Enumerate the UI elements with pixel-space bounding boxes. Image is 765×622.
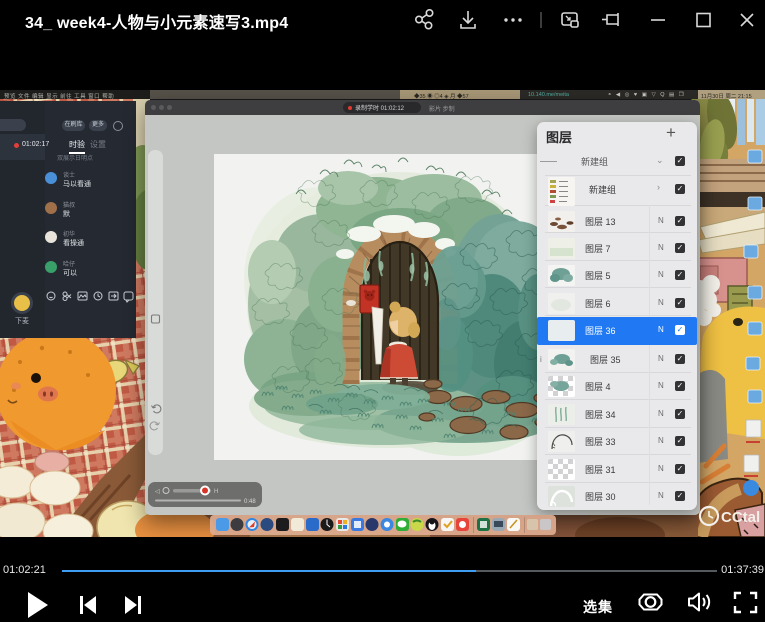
svg-text:CCtal: CCtal — [721, 509, 760, 526]
svg-text:H: H — [214, 489, 218, 495]
svg-text:◁: ◁ — [155, 489, 160, 495]
svg-text:0:48: 0:48 — [244, 499, 256, 505]
